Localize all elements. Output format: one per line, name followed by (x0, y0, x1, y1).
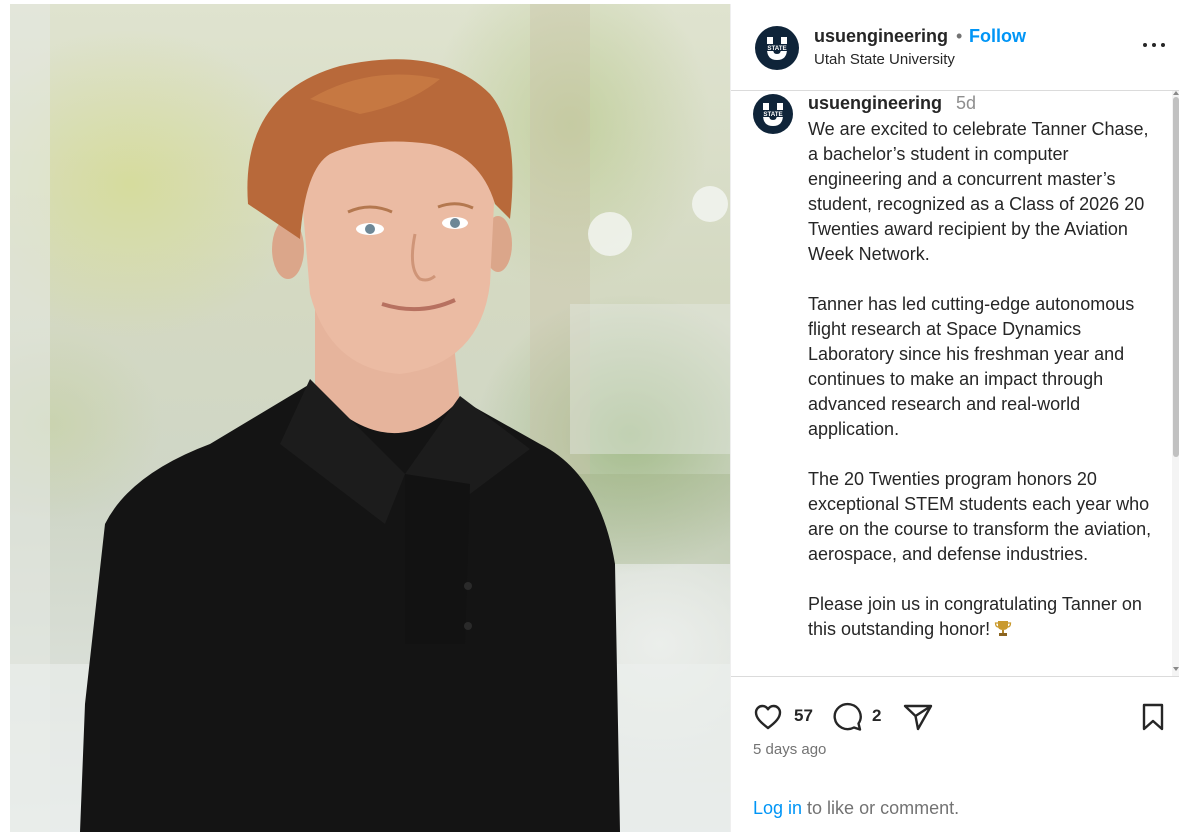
posted-time[interactable]: 5 days ago (753, 741, 826, 758)
scrollbar-thumb[interactable] (1173, 97, 1179, 457)
action-bar: 57 2 5 days ago Log in to like or commen… (731, 676, 1179, 833)
usu-state-logo-icon: STATE (765, 37, 789, 60)
avatar[interactable]: STATE (755, 26, 799, 70)
login-link[interactable]: Log in (753, 798, 802, 818)
caption-paragraph: Please join us in congratulating Tanner … (808, 594, 1142, 639)
caption-time[interactable]: 5d (956, 93, 976, 114)
caption-text: We are excited to celebrate Tanner Chase… (808, 117, 1160, 667)
scroll-down-arrow-icon[interactable] (1173, 667, 1179, 671)
separator-dot: • (956, 26, 963, 46)
comment-count[interactable]: 2 (872, 706, 881, 726)
person-portrait (10, 4, 730, 832)
more-options-icon[interactable] (1141, 34, 1167, 54)
post-header: STATE usuengineering • Follow Utah State… (731, 4, 1179, 91)
svg-text:STATE: STATE (763, 111, 782, 118)
follow-button[interactable]: Follow (969, 26, 1026, 47)
caption-paragraph: Tanner has led cutting-edge autonomous f… (808, 294, 1135, 439)
scroll-up-arrow-icon[interactable] (1173, 91, 1179, 95)
like-count[interactable]: 57 (794, 706, 813, 726)
svg-text:STATE: STATE (767, 45, 786, 52)
share-icon[interactable] (902, 702, 934, 732)
caption-avatar[interactable]: STATE (753, 94, 793, 134)
caption-paragraph: We are excited to celebrate Tanner Chase… (808, 119, 1149, 264)
caption-paragraph-last: Please join us in congratulating Tanner … (808, 592, 1160, 642)
usu-state-logo-icon: STATE (761, 103, 785, 126)
bookmark-icon[interactable] (1140, 702, 1166, 732)
login-prompt: Log in to like or comment. (753, 798, 959, 819)
post-photo[interactable] (10, 4, 730, 832)
heart-icon[interactable] (753, 703, 783, 731)
post-location[interactable]: Utah State University (814, 51, 955, 68)
caption-paragraph: The 20 Twenties program honors 20 except… (808, 469, 1152, 564)
trophy-icon (994, 621, 1012, 636)
login-suffix: to like or comment. (802, 798, 960, 818)
caption-area: STATE usuengineering 5d We are excited t… (731, 91, 1179, 676)
post-sidebar: STATE usuengineering • Follow Utah State… (730, 4, 1179, 832)
comment-icon[interactable] (831, 702, 863, 732)
caption-username[interactable]: usuengineering (808, 93, 942, 114)
post-username[interactable]: usuengineering (814, 26, 948, 47)
